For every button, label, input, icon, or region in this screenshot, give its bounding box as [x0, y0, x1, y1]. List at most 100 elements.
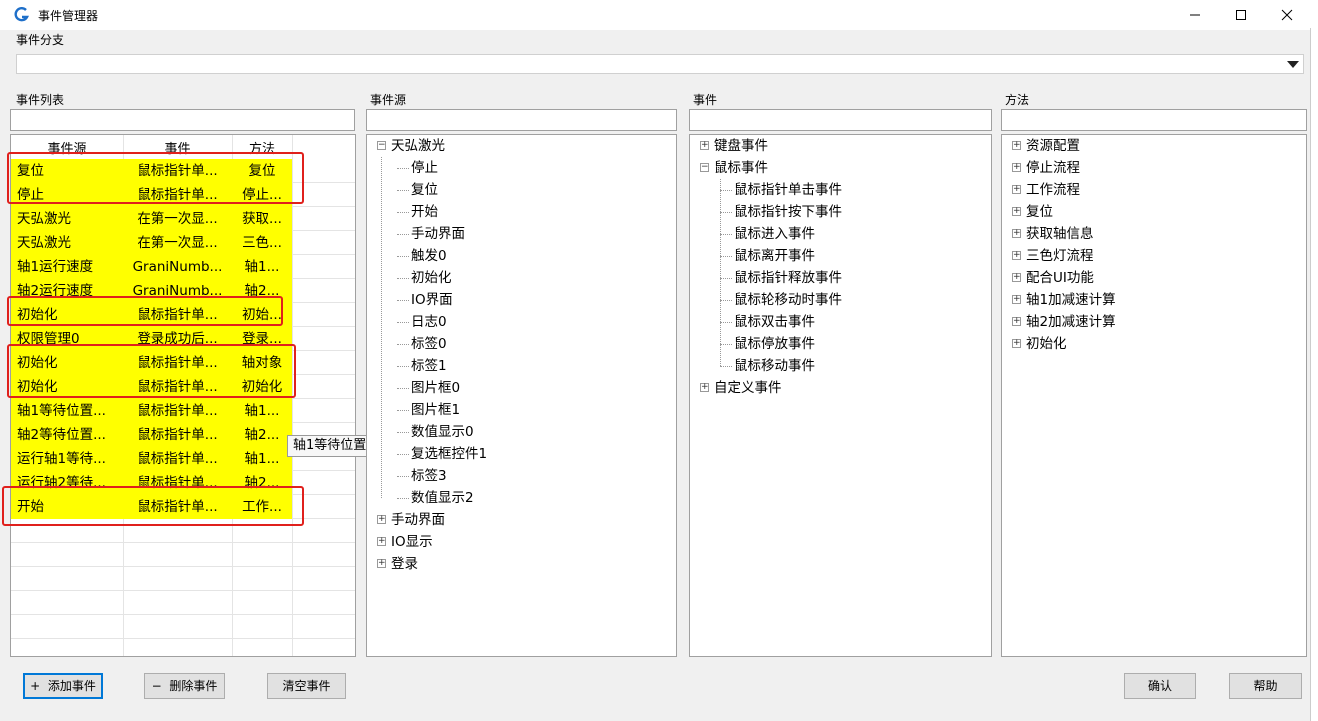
cell-method: 轴1...	[232, 447, 292, 471]
tree-item[interactable]: 鼠标移动事件	[734, 355, 815, 377]
collapse-icon[interactable]: −	[700, 163, 709, 172]
tree-node[interactable]: 手动界面	[391, 509, 445, 531]
tree-item[interactable]: 鼠标指针按下事件	[734, 201, 842, 223]
tree-connector	[397, 410, 409, 411]
tree-connector	[397, 366, 409, 367]
events-search-input[interactable]	[689, 109, 992, 131]
tree-node-root[interactable]: 天弘激光	[391, 135, 445, 157]
tree-item[interactable]: 复位	[411, 179, 438, 201]
expand-icon[interactable]: +	[1012, 295, 1021, 304]
expand-icon[interactable]: +	[1012, 163, 1021, 172]
clear-events-button[interactable]: 清空事件	[267, 673, 346, 699]
event-source-search-input[interactable]	[366, 109, 677, 131]
branch-dropdown[interactable]	[16, 54, 1304, 74]
help-button[interactable]: 帮助	[1229, 673, 1302, 699]
tree-node-mouse-events[interactable]: 鼠标事件	[714, 157, 768, 179]
table-row[interactable]: 轴1等待位置... 鼠标指针单... 轴1...	[11, 399, 355, 423]
expand-icon[interactable]: +	[1012, 141, 1021, 150]
tree-item[interactable]: 鼠标离开事件	[734, 245, 815, 267]
tree-item[interactable]: 数值显示2	[411, 487, 474, 509]
add-event-button[interactable]: + 添加事件	[23, 673, 103, 699]
tree-item[interactable]: 停止	[411, 157, 438, 179]
collapse-icon[interactable]: −	[377, 141, 386, 150]
tree-connector	[720, 300, 732, 301]
cell-event: 鼠标指针单...	[123, 399, 232, 423]
table-row[interactable]: 天弘激光 在第一次显... 三色...	[11, 231, 355, 255]
tree-item[interactable]: 鼠标停放事件	[734, 333, 815, 355]
cell-method: 获取...	[232, 207, 292, 231]
expand-icon[interactable]: +	[700, 141, 709, 150]
cell-method: 轴1...	[232, 399, 292, 423]
tree-item[interactable]: 日志0	[411, 311, 447, 333]
delete-event-button[interactable]: − 删除事件	[144, 673, 225, 699]
expand-icon[interactable]: +	[1012, 317, 1021, 326]
expand-icon[interactable]: +	[1012, 229, 1021, 238]
dropdown-arrow-icon[interactable]	[1287, 61, 1299, 68]
tree-item[interactable]: 复选框控件1	[411, 443, 487, 465]
expand-icon[interactable]: +	[377, 559, 386, 568]
tree-node-custom-events[interactable]: 自定义事件	[714, 377, 782, 399]
empty-row	[11, 615, 355, 639]
tree-node-method[interactable]: 轴1加减速计算	[1026, 289, 1116, 311]
expand-icon[interactable]: +	[700, 383, 709, 392]
tree-item[interactable]: 鼠标双击事件	[734, 311, 815, 333]
tree-node-method[interactable]: 初始化	[1026, 333, 1067, 355]
tree-item[interactable]: 图片框1	[411, 399, 460, 421]
expand-icon[interactable]: +	[1012, 185, 1021, 194]
plus-icon: +	[30, 679, 41, 693]
expand-icon[interactable]: +	[1012, 273, 1021, 282]
add-event-label: 添加事件	[47, 679, 96, 693]
tree-connector	[720, 256, 732, 257]
tree-item[interactable]: 触发0	[411, 245, 447, 267]
tree-node-method[interactable]: 轴2加减速计算	[1026, 311, 1116, 333]
tree-item[interactable]: 鼠标指针单击事件	[734, 179, 842, 201]
tree-node-method[interactable]: 配合UI功能	[1026, 267, 1094, 289]
cell-method: 轴2...	[232, 423, 292, 447]
tree-node[interactable]: 登录	[391, 553, 418, 575]
tree-connector	[720, 278, 732, 279]
tree-node-method[interactable]: 获取轴信息	[1026, 223, 1094, 245]
expand-icon[interactable]: +	[1012, 207, 1021, 216]
event-source-tree: − 天弘激光 停止 复位 开始 手动界面 触发0 初始化 IO界面 日志0 标签0 标签1 图片框0 图片…	[366, 134, 677, 657]
tree-item[interactable]: 图片框0	[411, 377, 460, 399]
tree-item[interactable]: 数值显示0	[411, 421, 474, 443]
tree-item[interactable]: 初始化	[411, 267, 452, 289]
tree-node-method[interactable]: 工作流程	[1026, 179, 1080, 201]
tree-node-method[interactable]: 停止流程	[1026, 157, 1080, 179]
tree-node[interactable]: IO显示	[391, 531, 433, 553]
tree-node-method[interactable]: 资源配置	[1026, 135, 1080, 157]
tree-item[interactable]: 鼠标指针释放事件	[734, 267, 842, 289]
expand-icon[interactable]: +	[377, 515, 386, 524]
tree-item[interactable]: 鼠标轮移动时事件	[734, 289, 842, 311]
tree-node-keyboard-events[interactable]: 键盘事件	[714, 135, 768, 157]
tree-item[interactable]: 开始	[411, 201, 438, 223]
table-row[interactable]: 天弘激光 在第一次显... 获取...	[11, 207, 355, 231]
expand-icon[interactable]: +	[1012, 339, 1021, 348]
tree-item[interactable]: IO界面	[411, 289, 453, 311]
tree-item[interactable]: 标签1	[411, 355, 447, 377]
tree-item[interactable]: 鼠标进入事件	[734, 223, 815, 245]
minimize-button[interactable]	[1172, 0, 1218, 30]
tree-connector	[397, 300, 409, 301]
tree-node-method[interactable]: 三色灯流程	[1026, 245, 1094, 267]
tree-item[interactable]: 手动界面	[411, 223, 465, 245]
background-window-edge	[1310, 28, 1318, 721]
expand-icon[interactable]: +	[1012, 251, 1021, 260]
table-row[interactable]: 轴1运行速度 GraniNumb... 轴1...	[11, 255, 355, 279]
tree-node-method[interactable]: 复位	[1026, 201, 1053, 223]
close-button[interactable]	[1264, 0, 1310, 30]
tree-item[interactable]: 标签0	[411, 333, 447, 355]
highlight-box	[7, 344, 296, 398]
confirm-button[interactable]: 确认	[1124, 673, 1196, 699]
maximize-button[interactable]	[1218, 0, 1264, 30]
tree-connector	[397, 234, 409, 235]
expand-icon[interactable]: +	[377, 537, 386, 546]
tree-connector	[397, 454, 409, 455]
methods-search-input[interactable]	[1001, 109, 1307, 131]
events-tree: + 键盘事件 − 鼠标事件 鼠标指针单击事件 鼠标指针按下事件 鼠标进入事件 鼠标离开事件 鼠标…	[689, 134, 992, 657]
tree-item[interactable]: 标签3	[411, 465, 447, 487]
tree-connector	[397, 278, 409, 279]
cell-event: 在第一次显...	[123, 207, 232, 231]
event-list-search-input[interactable]	[10, 109, 355, 131]
cell-source: 天弘激光	[11, 207, 123, 231]
